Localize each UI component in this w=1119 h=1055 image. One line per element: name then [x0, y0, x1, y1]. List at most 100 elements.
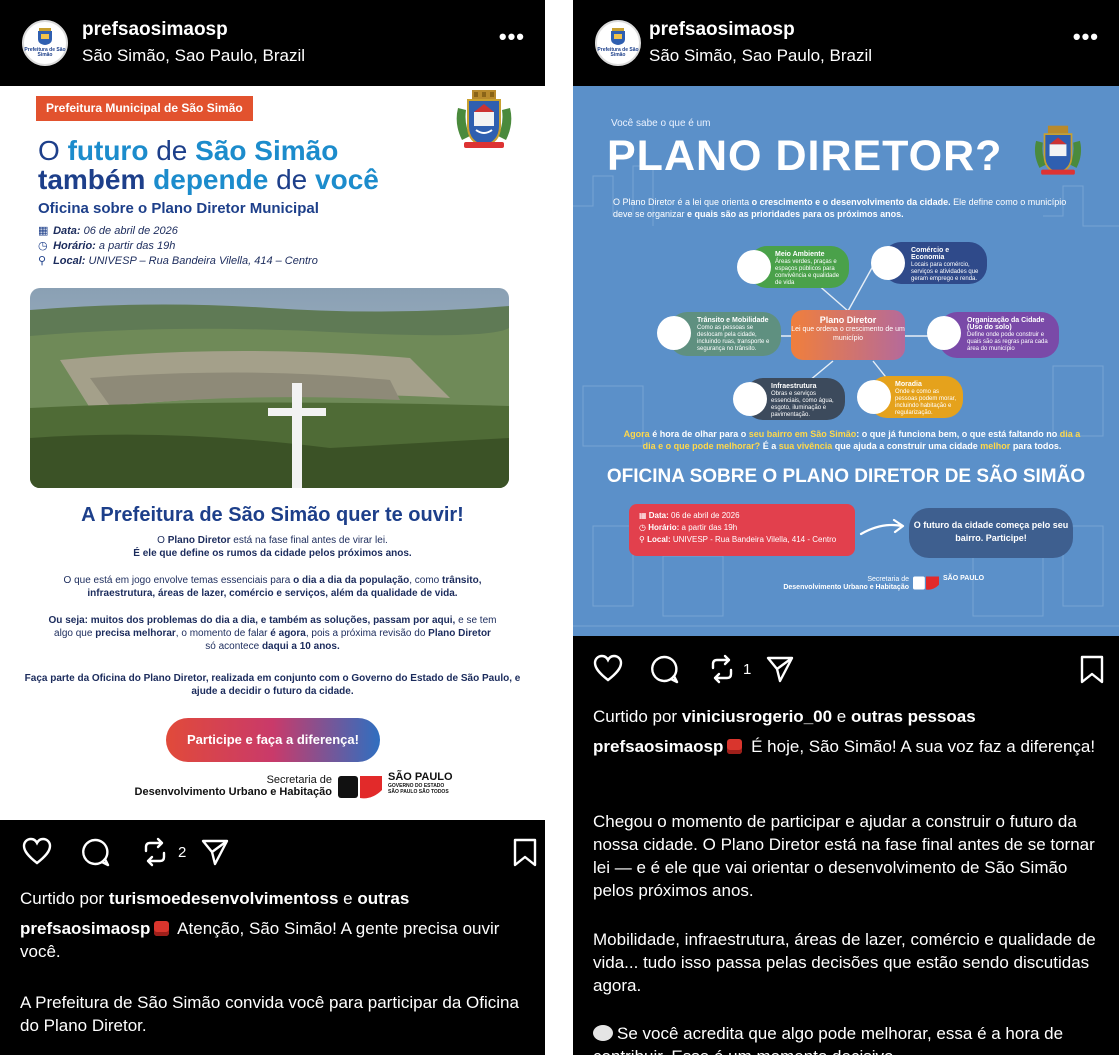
bubble-title: Moradia: [895, 381, 922, 388]
heart-icon[interactable]: [593, 654, 623, 682]
text-bold: Ou seja: muitos dos problemas do dia a d…: [48, 615, 456, 626]
location[interactable]: São Simão, Sao Paulo, Brazil: [82, 46, 305, 66]
event-date: ▦ Data: 06 de abril de 2026: [639, 510, 845, 522]
flyer-tag: Prefeitura Municipal de São Simão: [36, 96, 253, 121]
siren-emoji-icon: [154, 921, 170, 936]
flyer-call-text: Agora é hora de olhar para o seu bairro …: [617, 428, 1087, 452]
caption-username[interactable]: prefsaosimaosp: [20, 919, 150, 938]
date-value: 06 de abril de 2026: [80, 225, 178, 237]
avatar-text: Prefeitura de São Simão: [24, 47, 66, 58]
avatar[interactable]: Prefeitura de São Simão: [595, 20, 641, 66]
bookmark-icon[interactable]: [512, 838, 538, 868]
time-value: a partir das 19h: [679, 523, 738, 532]
liked-username[interactable]: viniciusrogerio_00: [682, 707, 832, 726]
city-aerial-photo: [30, 288, 509, 488]
post-image[interactable]: Prefeitura Municipal de São Simão O futu…: [0, 86, 545, 820]
flyer-subtitle: Oficina sobre o Plano Diretor Municipal: [38, 200, 319, 217]
repost-icon[interactable]: [140, 837, 170, 867]
text: O: [157, 535, 168, 546]
username[interactable]: prefsaosimaosp: [649, 19, 795, 41]
text-bold: é agora: [270, 628, 306, 639]
paragraph-3: Ou seja: muitos dos problemas do dia a d…: [22, 614, 523, 653]
avatar[interactable]: Prefeitura de São Simão: [22, 20, 68, 66]
liked-by: Curtido por turismoedesenvolvimentoss e …: [20, 887, 409, 910]
calendar-icon: ▦: [38, 225, 49, 237]
post-image[interactable]: Você sabe o que é um PLANO DIRETOR? O Pl…: [573, 86, 1119, 636]
text-bold: infraestrutura, áreas de lazer, comércio…: [87, 588, 458, 599]
text: que ajuda a construir uma cidade: [832, 441, 981, 451]
clock-icon: ◷: [639, 523, 649, 532]
bubble-text: Obras e serviços essenciais, como água, …: [771, 391, 834, 418]
calendar-icon: ▦: [639, 511, 649, 520]
bubble-text: Locais para comércio, serviços e ativida…: [911, 262, 979, 282]
bubble-text: Onde e como as pessoas podem morar, incl…: [895, 389, 957, 416]
username[interactable]: prefsaosimaosp: [82, 19, 228, 41]
center-text: Lei que ordena o crescimento de um munic…: [791, 326, 905, 342]
map-pin-icon: ⚲: [639, 535, 648, 544]
text-highlight: seu bairro em São Simão: [748, 429, 857, 439]
headline-line-1: O futuro de São Simão: [38, 136, 338, 165]
headline-word: futuro: [67, 135, 149, 166]
text-bold: o dia a dia da população: [293, 575, 410, 586]
headline-word: você: [315, 164, 379, 195]
liked-username[interactable]: turismoedesenvolvimentoss: [109, 889, 339, 908]
credit-line-bold: Desenvolvimento Urbano e Habitação: [134, 786, 332, 798]
comment-icon[interactable]: [649, 654, 679, 684]
text: , como: [409, 575, 443, 586]
bubble-infraestrutura: Infraestrutura Obras e serviços essencia…: [733, 378, 845, 420]
liked-others[interactable]: outras: [357, 889, 409, 908]
participate-button: Participe e faça a diferença!: [166, 718, 380, 762]
bubble-comercio: Comércio e Economia Locais para comércio…: [871, 242, 987, 284]
more-options-icon[interactable]: •••: [1073, 24, 1099, 50]
map-pin-icon: ⚲: [38, 255, 47, 267]
oficina-heading: OFICINA SOBRE O PLANO DIRETOR DE SÃO SIM…: [606, 466, 1086, 487]
repost-icon[interactable]: [707, 654, 737, 684]
bubble-title: Meio Ambiente: [775, 251, 825, 258]
bubble-meio-ambiente: Meio Ambiente Áreas verdes, praças e esp…: [737, 246, 849, 288]
bubble-moradia: Moradia Onde e como as pessoas podem mor…: [857, 376, 963, 418]
bubble-transito: Trânsito e Mobilidade Como as pessoas se…: [657, 312, 781, 356]
house-icon: [857, 380, 891, 414]
paragraph-2: O que está em jogo envolve temas essenci…: [22, 574, 523, 600]
bubble-organizacao: Organização da Cidade (Uso do solo) Defi…: [927, 312, 1059, 358]
text: está na fase final antes de virar lei.: [230, 535, 388, 546]
sp-logo-text: SÃO PAULO: [943, 575, 985, 582]
liked-others[interactable]: outras pessoas: [851, 707, 976, 726]
bookmark-icon[interactable]: [1079, 655, 1105, 685]
more-options-icon[interactable]: •••: [499, 24, 525, 50]
secretaria-credit: Secretaria de Desenvolvimento Urbano e H…: [723, 576, 909, 592]
event-date: ▦ Data: 06 de abril de 2026: [38, 224, 178, 237]
post-actions: 1: [573, 650, 1119, 690]
text-bold: daqui a 10 anos.: [261, 641, 340, 652]
event-location: ⚲ Local: UNIVESP - Rua Bandeira Vilella,…: [639, 534, 845, 546]
city-seal-icon: [611, 28, 625, 45]
share-icon[interactable]: [765, 654, 795, 684]
heart-icon[interactable]: [22, 837, 52, 865]
text: , pois a próxima revisão do: [305, 628, 429, 639]
caption-text: É hoje, São Simão! A sua voz faz a difer…: [746, 737, 1096, 756]
headline-word: de: [276, 164, 308, 195]
sp-name: SÃO PAULO: [388, 771, 453, 783]
post-header: Prefeitura de São Simão prefsaosimaosp S…: [573, 0, 1119, 86]
headline-word: depende: [153, 164, 269, 195]
repost-count: 2: [178, 844, 187, 861]
comment-icon[interactable]: [80, 837, 110, 867]
location[interactable]: São Simão, Sao Paulo, Brazil: [649, 46, 872, 66]
caption-paragraph: Mobilidade, infraestrutura, áreas de laz…: [593, 930, 1096, 995]
clock-icon: ◷: [38, 240, 48, 252]
post-header: Prefeitura de São Simão prefsaosimaosp S…: [0, 0, 545, 86]
time-label: Horário:: [53, 240, 96, 252]
gear-icon: [733, 382, 767, 416]
event-time: ◷ Horário: a partir das 19h: [38, 239, 175, 252]
share-icon[interactable]: [200, 837, 230, 867]
future-callout: O futuro da cidade começa pelo seu bairr…: [909, 508, 1073, 558]
text: e se tem: [455, 615, 497, 626]
bubble-text: Como as pessoas se deslocam pela cidade,…: [697, 325, 770, 352]
location-label: Local:: [53, 255, 86, 267]
center-title: Plano Diretor: [819, 315, 877, 325]
caption-username[interactable]: prefsaosimaosp: [593, 737, 723, 756]
headline-word: São Simão: [195, 135, 339, 166]
bubble-title: Comércio e Economia: [911, 247, 950, 261]
bubble-text: Define onde pode construir e quais são a…: [967, 332, 1048, 352]
speech-bubble-emoji-icon: [593, 1025, 613, 1041]
